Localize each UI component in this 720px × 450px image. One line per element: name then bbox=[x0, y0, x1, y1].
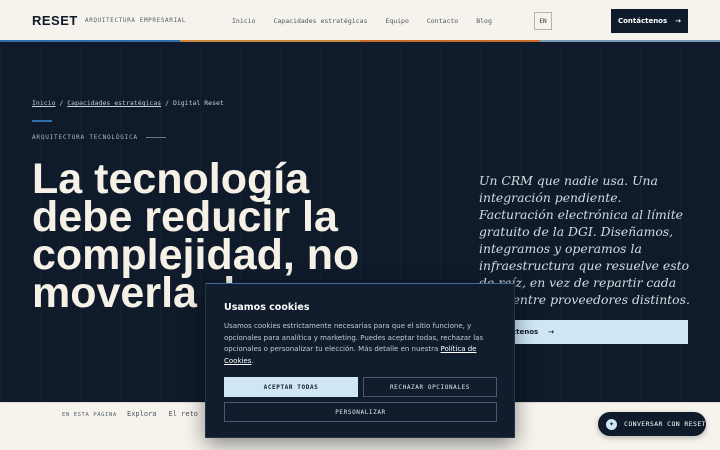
breadcrumb-separator: / bbox=[59, 99, 64, 107]
breadcrumb-section[interactable]: Capacidades estratégicas bbox=[67, 99, 161, 107]
eyebrow-label: ARQUITECTURA TECNOLÓGICA bbox=[32, 134, 138, 141]
customize-button[interactable]: PERSONALIZAR bbox=[224, 402, 497, 422]
eyebrow-line bbox=[145, 137, 166, 138]
chat-button-label: CONVERSAR CON RESET bbox=[624, 420, 706, 428]
nav-capacidades[interactable]: Capacidades estratégicas bbox=[273, 17, 367, 25]
nav-blog[interactable]: Blog bbox=[476, 17, 492, 25]
chat-button[interactable]: ✦ CONVERSAR CON RESET bbox=[598, 412, 706, 436]
tagline: ARQUITECTURA EMPRESARIAL bbox=[85, 17, 187, 24]
arrow-right-icon: → bbox=[675, 17, 682, 25]
cookie-text: Usamos cookies estrictamente necesarias … bbox=[224, 322, 484, 365]
cookie-title: Usamos cookies bbox=[224, 302, 310, 313]
breadcrumb: Inicio / Capacidades estratégicas / Digi… bbox=[32, 99, 224, 107]
on-page-label: EN ESTA PÁGINA bbox=[62, 412, 117, 418]
language-toggle[interactable]: EN bbox=[534, 12, 552, 30]
breadcrumb-home[interactable]: Inicio bbox=[32, 99, 55, 107]
on-page-link-reto[interactable]: El reto bbox=[169, 410, 199, 418]
reject-optional-button[interactable]: RECHAZAR OPCIONALES bbox=[363, 377, 497, 397]
nav-contacto[interactable]: Contacto bbox=[427, 17, 458, 25]
on-page-link-explora[interactable]: Explora bbox=[127, 410, 157, 418]
main-nav: Inicio Capacidades estratégicas Equipo C… bbox=[232, 17, 510, 25]
breadcrumb-current: Digital Reset bbox=[172, 99, 224, 107]
chat-icon: ✦ bbox=[606, 418, 617, 430]
arrow-right-icon: → bbox=[548, 328, 555, 336]
accept-all-button[interactable]: ACEPTAR TODAS bbox=[224, 377, 358, 397]
nav-inicio[interactable]: Inicio bbox=[232, 17, 255, 25]
nav-equipo[interactable]: Equipo bbox=[385, 17, 408, 25]
site-header: RESET ARQUITECTURA EMPRESARIAL Inicio Ca… bbox=[0, 0, 720, 40]
cookie-banner: Usamos cookies Usamos cookies estrictame… bbox=[205, 283, 515, 438]
contact-button-label: Contáctenos bbox=[617, 17, 668, 25]
contact-button[interactable]: Contáctenos → bbox=[611, 9, 688, 33]
accent-bar bbox=[32, 120, 52, 122]
breadcrumb-separator: / bbox=[165, 99, 170, 107]
logo[interactable]: RESET bbox=[32, 13, 78, 28]
eyebrow: ARQUITECTURA TECNOLÓGICA bbox=[32, 134, 166, 141]
on-page-links: Explora El reto bbox=[127, 410, 198, 418]
